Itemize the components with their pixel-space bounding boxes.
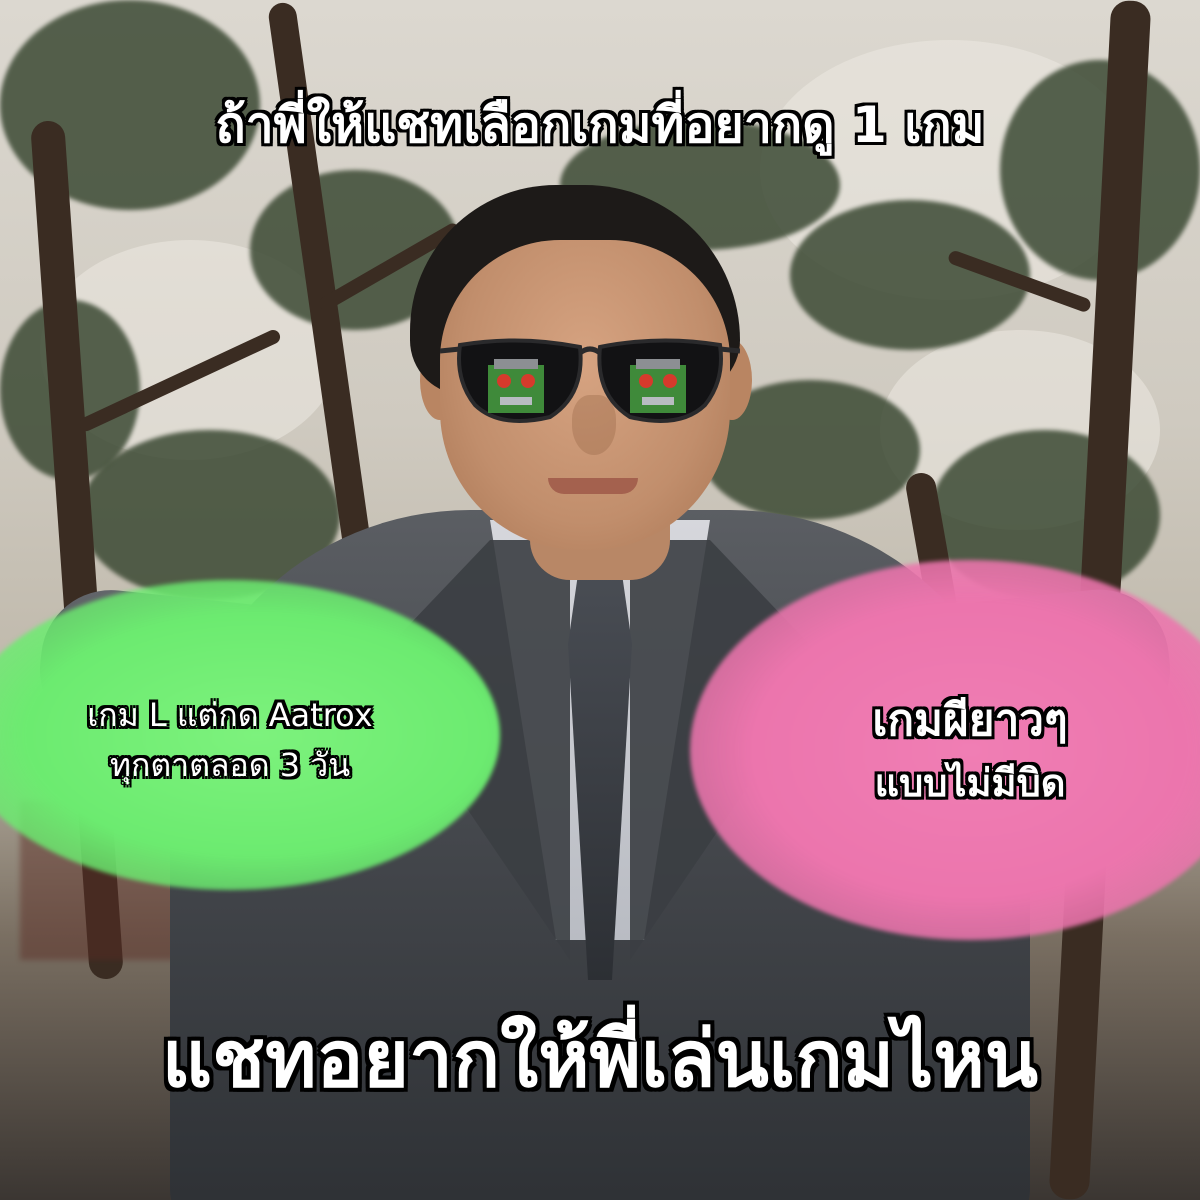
pink-option-text: เกมผียาวๆ แบบไม่มีบิด <box>760 690 1180 814</box>
pink-option-line2: แบบไม่มีบิด <box>874 761 1066 805</box>
robot-reflection-right-icon <box>630 359 686 413</box>
meme-image: ถ้าพี่ให้แชทเลือกเกมที่อยากดู 1 เกม เกม … <box>0 0 1200 1200</box>
robot-reflection-left-icon <box>488 359 544 413</box>
aviator-sunglasses-icon <box>440 325 740 435</box>
green-option-text: เกม L แต่กด Aatrox ทุกตาตลอด 3 วัน <box>20 690 440 790</box>
green-option-line2: ทุกตาตลอด 3 วัน <box>109 746 351 784</box>
green-option-line1: เกม L แต่กด Aatrox <box>87 696 373 734</box>
top-caption: ถ้าพี่ให้แชทเลือกเกมที่อยากดู 1 เกม <box>215 96 985 154</box>
pink-option-line1: เกมผียาวๆ <box>872 695 1068 746</box>
mouth <box>548 478 638 494</box>
bottom-caption: แชทอยากให้พี่เล่นเกมไหน <box>161 1015 1039 1105</box>
